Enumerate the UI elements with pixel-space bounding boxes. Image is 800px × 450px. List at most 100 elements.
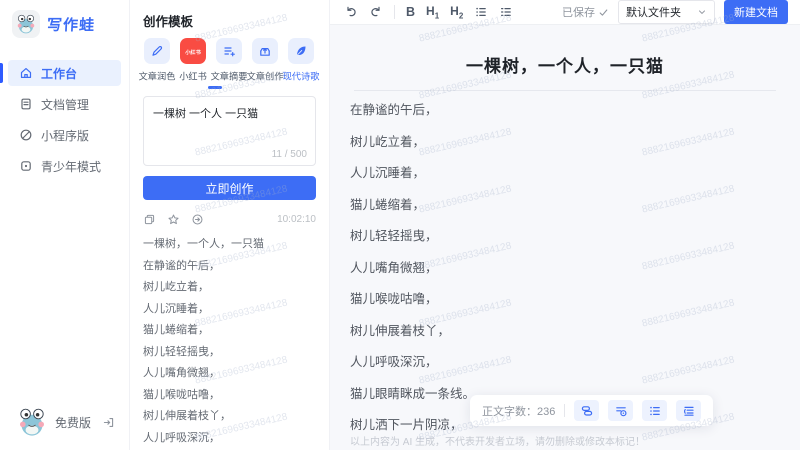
tab-label: 文章润色 — [138, 72, 176, 83]
new-document-button[interactable]: 新建文档 — [724, 0, 788, 24]
result-actions: 10:02:10 — [143, 213, 316, 226]
editor-toolbar: B H1 H2 已保存 默认文件夹 新建文档 — [330, 0, 800, 25]
copy-icon[interactable] — [143, 213, 156, 226]
redo-icon[interactable] — [369, 5, 383, 19]
brand-logo: 写作蛙 — [0, 0, 129, 44]
save-status: 已保存 — [562, 4, 609, 20]
template-tabs: 文章润色 小红书 小红书 文章摘要 文章创作 现代诗歌 — [130, 38, 329, 83]
doc-line: 树儿屹立着， — [350, 134, 426, 149]
tab-label: 文章摘要 — [210, 72, 248, 83]
sidebar-item-workbench[interactable]: 工作台 — [0, 60, 121, 86]
sidebar-item-miniprogram[interactable]: 小程序版 — [8, 122, 121, 148]
app-window: 写作蛙 工作台 文档管理 小程序版 青少年模式 免费版 创作模板 文章润色 小红… — [0, 0, 800, 450]
insert-arrow-icon[interactable] — [191, 213, 204, 226]
doc-line: 猫儿蜷缩着， — [350, 197, 426, 212]
generation-result: 10:02:10 一棵树，一个人，一只猫 在静谧的午后， 树儿屹立着， 人儿沉睡… — [143, 213, 316, 450]
indent-list-icon[interactable] — [676, 400, 702, 421]
bold-button[interactable]: B — [406, 5, 415, 19]
result-line: 人儿沉睡着， — [143, 302, 209, 315]
tab-article-summary[interactable]: 文章摘要 — [211, 38, 247, 83]
editor-area: B H1 H2 已保存 默认文件夹 新建文档 一棵树，一个人，一只猫 在静谧的午… — [330, 0, 800, 450]
document-icon — [21, 98, 31, 110]
segment-icon[interactable] — [574, 400, 600, 421]
xiaohongshu-icon-text: 小红书 — [185, 49, 201, 55]
tab-xiaohongshu[interactable]: 小红书 小红书 — [175, 38, 211, 83]
tab-modern-poetry[interactable]: 现代诗歌 — [283, 38, 319, 83]
toolbar-divider — [394, 5, 395, 19]
document-body[interactable]: 在静谧的午后， 树儿屹立着， 人儿沉睡着， 猫儿蜷缩着， 树儿轻轻摇曳， 人儿嘴… — [350, 104, 780, 432]
panel-title: 创作模板 — [143, 15, 194, 29]
char-counter: 11 / 500 — [271, 149, 307, 160]
user-avatar[interactable] — [16, 406, 48, 438]
create-now-button[interactable]: 立即创作 — [143, 176, 316, 200]
title-divider — [354, 90, 776, 91]
result-line: 树儿屹立着， — [143, 281, 209, 293]
sidebar-item-label: 青少年模式 — [41, 159, 102, 174]
sidebar-item-label: 文档管理 — [41, 97, 90, 112]
floating-toolbar: 正文字数：236 — [470, 395, 714, 426]
heading2-button[interactable]: H2 — [450, 4, 463, 20]
prompt-input[interactable]: 一棵树 一个人 一只猫 — [144, 97, 315, 145]
document-title[interactable]: 一棵树，一个人，一只猫 — [350, 52, 780, 77]
doc-line: 人儿沉睡着， — [350, 166, 426, 180]
plan-badge: 免费版 — [55, 415, 92, 430]
result-line: 在静谧的午后， — [143, 259, 220, 272]
tab-article-polish[interactable]: 文章润色 — [139, 38, 175, 83]
logout-icon[interactable] — [102, 416, 115, 429]
home-icon — [20, 68, 32, 78]
sidebar-nav: 工作台 文档管理 小程序版 青少年模式 — [0, 60, 129, 179]
result-line: 人儿呼吸深沉， — [143, 431, 220, 444]
doc-line: 在静谧的午后， — [350, 103, 438, 117]
result-line: 人儿嘴角微翘， — [143, 367, 220, 379]
folder-select[interactable]: 默认文件夹 — [618, 0, 715, 24]
user-row: 免费版 — [0, 396, 129, 450]
sidebar-item-teen-mode[interactable]: 青少年模式 — [8, 153, 121, 179]
bullet-list-blue-icon[interactable] — [642, 400, 668, 421]
pen-icon — [144, 38, 170, 64]
xiaohongshu-icon: 小红书 — [180, 38, 206, 64]
floatbar-divider — [564, 404, 566, 417]
word-count-label: 正文字数： — [482, 405, 537, 418]
doc-line: 人儿呼吸深沉， — [350, 355, 438, 369]
result-line: 树儿轻轻摇曳， — [143, 345, 220, 358]
bullet-list-icon[interactable] — [474, 5, 488, 19]
result-text: 一棵树，一个人，一只猫 在静谧的午后， 树儿屹立着， 人儿沉睡着， 猫儿蜷缩着，… — [143, 239, 316, 450]
heading2-sub: 2 — [458, 11, 464, 21]
sidebar: 写作蛙 工作台 文档管理 小程序版 青少年模式 免费版 — [0, 0, 130, 450]
heading1-button[interactable]: H1 — [426, 4, 439, 20]
heading1-label: H — [426, 3, 435, 18]
result-line: 猫儿喉咙咕噜， — [143, 388, 220, 401]
sidebar-item-documents[interactable]: 文档管理 — [8, 91, 121, 117]
doc-line: 人儿嘴角微翘， — [350, 260, 438, 275]
result-timestamp: 10:02:10 — [277, 214, 316, 225]
prompt-input-box: 一棵树 一个人 一只猫 11 / 500 — [143, 96, 316, 166]
chevron-down-icon — [697, 7, 707, 17]
tab-article-create[interactable]: 文章创作 — [247, 38, 283, 83]
word-count-value: 236 — [537, 405, 556, 418]
check-icon — [599, 8, 608, 16]
sidebar-item-label: 小程序版 — [41, 128, 90, 143]
find-replace-icon[interactable] — [608, 400, 634, 421]
save-status-label: 已保存 — [562, 7, 595, 19]
tabs-scroll-indicator[interactable] — [208, 86, 222, 89]
brand-name: 写作蛙 — [46, 16, 96, 34]
sidebar-item-label: 工作台 — [41, 66, 78, 81]
result-line: 一棵树，一个人，一只猫 — [143, 238, 264, 250]
doc-line: 树儿伸展着枝丫， — [350, 323, 451, 338]
favorite-star-icon[interactable] — [167, 213, 180, 226]
frog-icon — [17, 14, 35, 34]
tab-label: 现代诗歌 — [282, 72, 320, 83]
frog-logo-icon — [12, 10, 40, 38]
folder-select-value: 默认文件夹 — [626, 7, 681, 19]
teen-mode-icon — [21, 161, 31, 171]
ordered-list-icon[interactable] — [499, 5, 513, 19]
result-line: 树儿伸展着枝丫， — [143, 410, 231, 422]
undo-icon[interactable] — [344, 5, 358, 19]
result-line: 猫儿蜷缩着， — [143, 324, 209, 336]
doc-line: 树儿轻轻摇曳， — [350, 229, 438, 243]
document-canvas[interactable]: 一棵树，一个人，一只猫 在静谧的午后， 树儿屹立着， 人儿沉睡着， 猫儿蜷缩着，… — [330, 25, 800, 450]
word-count: 正文字数：236 — [482, 403, 555, 419]
summary-icon — [216, 38, 242, 64]
feather-icon — [288, 38, 314, 64]
toolbar-right: 已保存 默认文件夹 新建文档 — [562, 0, 788, 24]
